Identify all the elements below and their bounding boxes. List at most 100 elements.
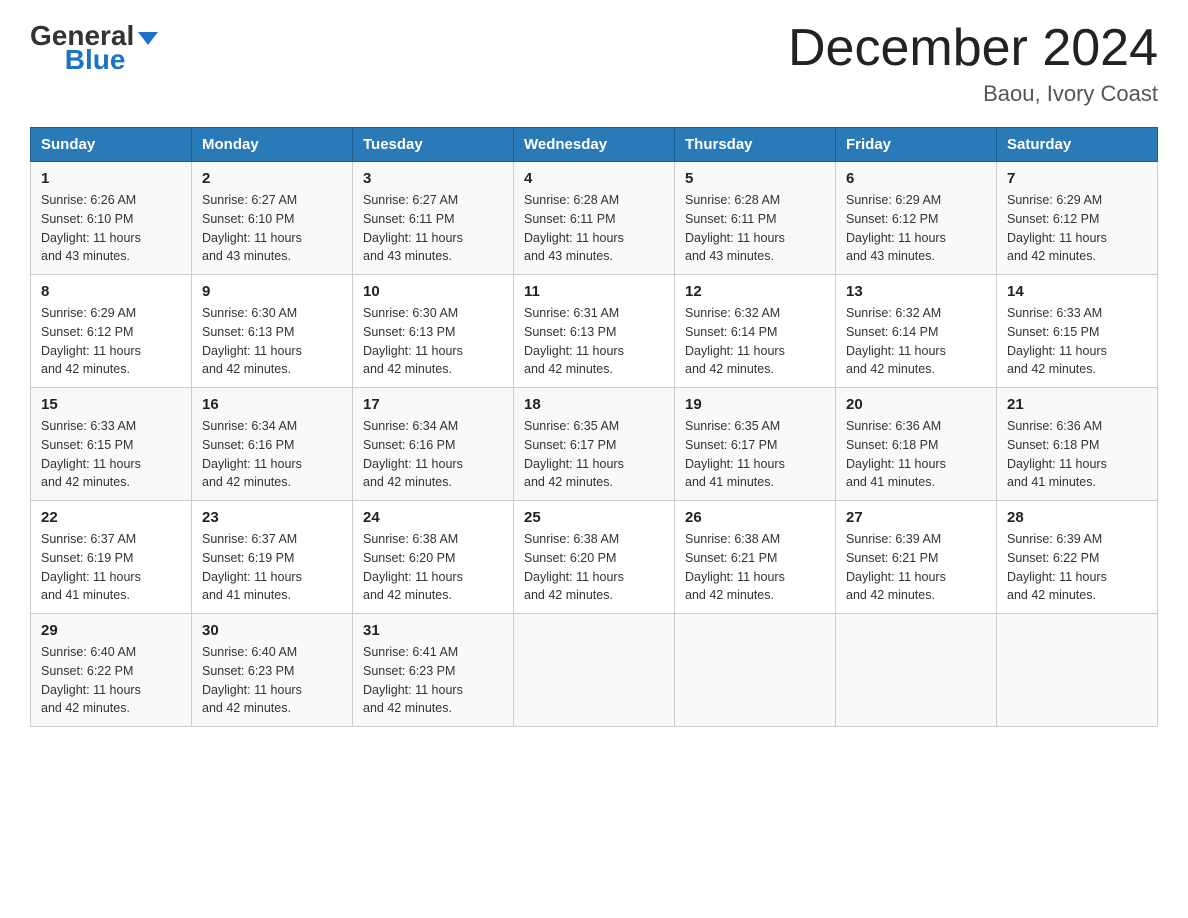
calendar-cell: 30 Sunrise: 6:40 AMSunset: 6:23 PMDaylig… [192,614,353,727]
calendar-week-row: 29 Sunrise: 6:40 AMSunset: 6:22 PMDaylig… [31,614,1158,727]
day-info: Sunrise: 6:31 AMSunset: 6:13 PMDaylight:… [524,306,624,376]
day-info: Sunrise: 6:27 AMSunset: 6:10 PMDaylight:… [202,193,302,263]
day-number: 19 [685,396,825,413]
location-subtitle: Baou, Ivory Coast [788,81,1158,107]
calendar-cell [514,614,675,727]
calendar-cell: 20 Sunrise: 6:36 AMSunset: 6:18 PMDaylig… [836,388,997,501]
calendar-cell: 15 Sunrise: 6:33 AMSunset: 6:15 PMDaylig… [31,388,192,501]
calendar-week-row: 22 Sunrise: 6:37 AMSunset: 6:19 PMDaylig… [31,501,1158,614]
day-info: Sunrise: 6:34 AMSunset: 6:16 PMDaylight:… [363,419,463,489]
day-info: Sunrise: 6:27 AMSunset: 6:11 PMDaylight:… [363,193,463,263]
day-number: 10 [363,283,503,300]
calendar-cell: 14 Sunrise: 6:33 AMSunset: 6:15 PMDaylig… [997,275,1158,388]
day-info: Sunrise: 6:33 AMSunset: 6:15 PMDaylight:… [1007,306,1107,376]
column-header-monday: Monday [192,128,353,162]
calendar-cell: 23 Sunrise: 6:37 AMSunset: 6:19 PMDaylig… [192,501,353,614]
day-number: 16 [202,396,342,413]
day-number: 18 [524,396,664,413]
calendar-week-row: 15 Sunrise: 6:33 AMSunset: 6:15 PMDaylig… [31,388,1158,501]
day-number: 7 [1007,170,1147,187]
calendar-cell: 18 Sunrise: 6:35 AMSunset: 6:17 PMDaylig… [514,388,675,501]
calendar-cell [997,614,1158,727]
day-number: 13 [846,283,986,300]
day-number: 6 [846,170,986,187]
day-number: 4 [524,170,664,187]
day-number: 17 [363,396,503,413]
calendar-cell: 26 Sunrise: 6:38 AMSunset: 6:21 PMDaylig… [675,501,836,614]
day-info: Sunrise: 6:30 AMSunset: 6:13 PMDaylight:… [363,306,463,376]
column-header-tuesday: Tuesday [353,128,514,162]
calendar-cell: 1 Sunrise: 6:26 AMSunset: 6:10 PMDayligh… [31,162,192,275]
calendar-cell: 28 Sunrise: 6:39 AMSunset: 6:22 PMDaylig… [997,501,1158,614]
calendar-cell: 6 Sunrise: 6:29 AMSunset: 6:12 PMDayligh… [836,162,997,275]
day-number: 29 [41,622,181,639]
day-number: 15 [41,396,181,413]
calendar-cell [836,614,997,727]
day-info: Sunrise: 6:38 AMSunset: 6:20 PMDaylight:… [363,532,463,602]
calendar-cell [675,614,836,727]
day-info: Sunrise: 6:35 AMSunset: 6:17 PMDaylight:… [524,419,624,489]
calendar-cell: 29 Sunrise: 6:40 AMSunset: 6:22 PMDaylig… [31,614,192,727]
calendar-cell: 13 Sunrise: 6:32 AMSunset: 6:14 PMDaylig… [836,275,997,388]
day-number: 21 [1007,396,1147,413]
day-number: 12 [685,283,825,300]
month-title: December 2024 [788,20,1158,77]
day-number: 22 [41,509,181,526]
day-info: Sunrise: 6:33 AMSunset: 6:15 PMDaylight:… [41,419,141,489]
day-info: Sunrise: 6:38 AMSunset: 6:20 PMDaylight:… [524,532,624,602]
day-info: Sunrise: 6:34 AMSunset: 6:16 PMDaylight:… [202,419,302,489]
day-info: Sunrise: 6:26 AMSunset: 6:10 PMDaylight:… [41,193,141,263]
day-number: 5 [685,170,825,187]
calendar-cell: 2 Sunrise: 6:27 AMSunset: 6:10 PMDayligh… [192,162,353,275]
day-number: 30 [202,622,342,639]
day-number: 31 [363,622,503,639]
calendar-cell: 16 Sunrise: 6:34 AMSunset: 6:16 PMDaylig… [192,388,353,501]
calendar-cell: 17 Sunrise: 6:34 AMSunset: 6:16 PMDaylig… [353,388,514,501]
calendar-week-row: 8 Sunrise: 6:29 AMSunset: 6:12 PMDayligh… [31,275,1158,388]
day-info: Sunrise: 6:30 AMSunset: 6:13 PMDaylight:… [202,306,302,376]
day-number: 11 [524,283,664,300]
calendar-cell: 8 Sunrise: 6:29 AMSunset: 6:12 PMDayligh… [31,275,192,388]
day-info: Sunrise: 6:29 AMSunset: 6:12 PMDaylight:… [41,306,141,376]
calendar-header-row: SundayMondayTuesdayWednesdayThursdayFrid… [31,128,1158,162]
day-info: Sunrise: 6:29 AMSunset: 6:12 PMDaylight:… [846,193,946,263]
day-info: Sunrise: 6:41 AMSunset: 6:23 PMDaylight:… [363,645,463,715]
day-info: Sunrise: 6:36 AMSunset: 6:18 PMDaylight:… [1007,419,1107,489]
day-info: Sunrise: 6:37 AMSunset: 6:19 PMDaylight:… [202,532,302,602]
day-number: 8 [41,283,181,300]
title-area: December 2024 Baou, Ivory Coast [788,20,1158,107]
day-number: 3 [363,170,503,187]
logo-icon: General Blue [30,20,158,76]
day-info: Sunrise: 6:39 AMSunset: 6:21 PMDaylight:… [846,532,946,602]
day-number: 1 [41,170,181,187]
calendar-cell: 21 Sunrise: 6:36 AMSunset: 6:18 PMDaylig… [997,388,1158,501]
day-number: 27 [846,509,986,526]
calendar-cell: 12 Sunrise: 6:32 AMSunset: 6:14 PMDaylig… [675,275,836,388]
logo-blue-text: Blue [65,44,126,76]
page-header: General Blue December 2024 Baou, Ivory C… [30,20,1158,107]
day-info: Sunrise: 6:40 AMSunset: 6:23 PMDaylight:… [202,645,302,715]
day-info: Sunrise: 6:32 AMSunset: 6:14 PMDaylight:… [846,306,946,376]
day-info: Sunrise: 6:32 AMSunset: 6:14 PMDaylight:… [685,306,785,376]
calendar-cell: 10 Sunrise: 6:30 AMSunset: 6:13 PMDaylig… [353,275,514,388]
calendar-table: SundayMondayTuesdayWednesdayThursdayFrid… [30,127,1158,727]
day-number: 2 [202,170,342,187]
day-number: 23 [202,509,342,526]
column-header-friday: Friday [836,128,997,162]
day-info: Sunrise: 6:35 AMSunset: 6:17 PMDaylight:… [685,419,785,489]
logo: General Blue [30,20,158,76]
calendar-cell: 19 Sunrise: 6:35 AMSunset: 6:17 PMDaylig… [675,388,836,501]
calendar-cell: 31 Sunrise: 6:41 AMSunset: 6:23 PMDaylig… [353,614,514,727]
day-number: 20 [846,396,986,413]
day-info: Sunrise: 6:40 AMSunset: 6:22 PMDaylight:… [41,645,141,715]
day-number: 26 [685,509,825,526]
calendar-cell: 11 Sunrise: 6:31 AMSunset: 6:13 PMDaylig… [514,275,675,388]
day-info: Sunrise: 6:37 AMSunset: 6:19 PMDaylight:… [41,532,141,602]
day-info: Sunrise: 6:28 AMSunset: 6:11 PMDaylight:… [685,193,785,263]
calendar-cell: 3 Sunrise: 6:27 AMSunset: 6:11 PMDayligh… [353,162,514,275]
column-header-thursday: Thursday [675,128,836,162]
day-number: 25 [524,509,664,526]
day-number: 9 [202,283,342,300]
calendar-cell: 24 Sunrise: 6:38 AMSunset: 6:20 PMDaylig… [353,501,514,614]
calendar-cell: 9 Sunrise: 6:30 AMSunset: 6:13 PMDayligh… [192,275,353,388]
